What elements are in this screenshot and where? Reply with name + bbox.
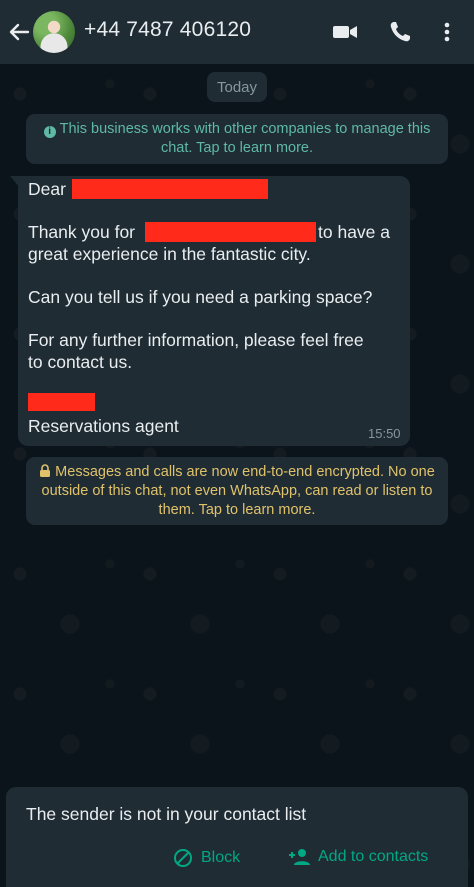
back-arrow-icon[interactable] — [8, 20, 30, 44]
block-button[interactable]: Block — [173, 848, 240, 868]
video-call-icon[interactable] — [332, 20, 358, 44]
business-notice[interactable]: i This business works with other companie… — [26, 114, 448, 164]
message-thank-prefix: Thank you for — [28, 222, 135, 242]
unknown-sender-card — [6, 787, 468, 887]
message-greeting: Dear — [28, 179, 66, 199]
redaction-booking — [145, 222, 316, 242]
add-to-contacts-button[interactable]: Add to contacts — [288, 848, 428, 866]
redaction-agent-name — [28, 393, 95, 411]
date-chip: Today — [207, 72, 267, 102]
message-further-1: For any further information, please feel… — [28, 330, 364, 350]
redaction-name — [72, 179, 268, 199]
block-label: Block — [201, 849, 241, 866]
add-to-contacts-label: Add to contacts — [318, 848, 429, 865]
encryption-notice[interactable]: Messages and calls are now end-to-end en… — [26, 457, 448, 525]
business-notice-text: This business works with other companies… — [59, 121, 431, 156]
message-time: 15:50 — [368, 426, 401, 441]
block-icon — [174, 849, 192, 867]
message-further-2: to contact us. — [28, 352, 133, 372]
message-thank-suffix: to have a — [318, 222, 390, 242]
voice-call-icon[interactable] — [388, 20, 412, 44]
add-person-icon — [289, 849, 310, 865]
message-signature-role: Reservations agent — [28, 416, 179, 436]
message-experience: great experience in the fantastic city. — [28, 244, 311, 264]
unknown-sender-notice: The sender is not in your contact list — [26, 804, 307, 824]
info-icon: i — [43, 126, 56, 138]
lock-icon — [40, 464, 51, 477]
contact-phone-number[interactable]: +44 7487 406120 — [84, 18, 251, 42]
contact-avatar[interactable] — [33, 11, 75, 53]
encryption-notice-text: Messages and calls are now end-to-end en… — [41, 464, 435, 518]
more-options-icon[interactable] — [440, 20, 454, 44]
chat-header: +44 7487 406120 — [0, 0, 474, 64]
message-parking: Can you tell us if you need a parking sp… — [28, 287, 373, 307]
